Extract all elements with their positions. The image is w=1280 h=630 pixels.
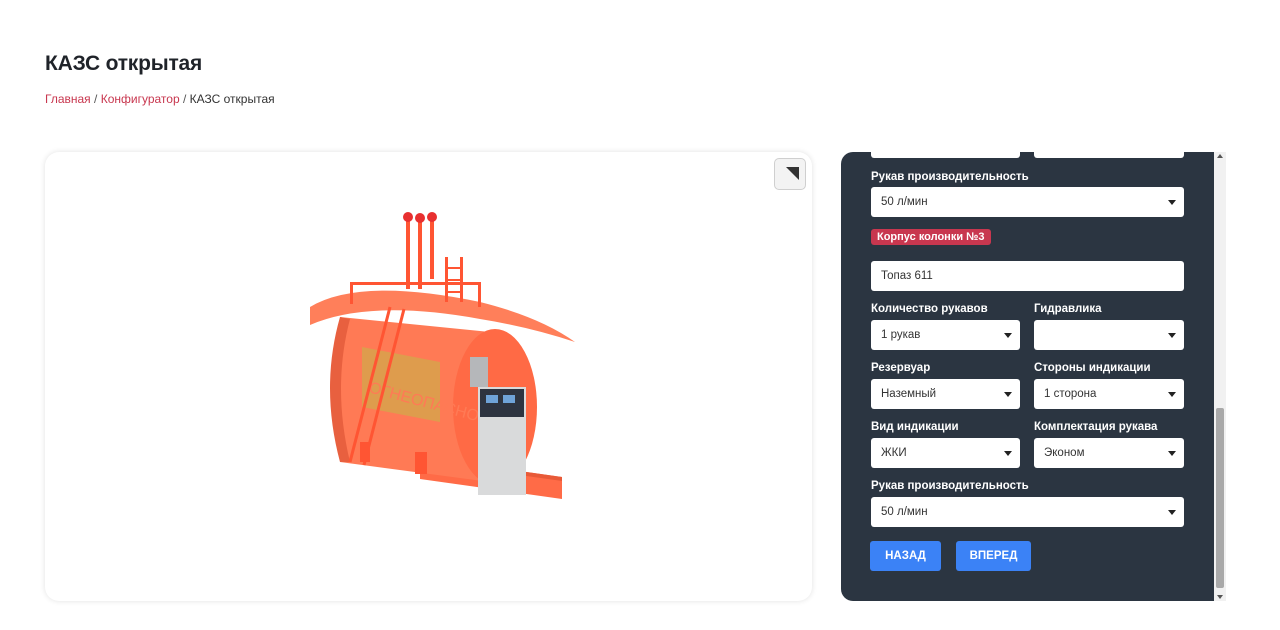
column-model-value: Топаз 611 — [881, 270, 933, 282]
top-hose-capacity-label: Рукав производительность — [871, 171, 1029, 183]
caret-down-icon — [1168, 333, 1176, 338]
indication-type-value: ЖКИ — [881, 447, 907, 459]
hose-kit-select[interactable]: Эконом — [1034, 438, 1184, 468]
top-hose-capacity-select[interactable]: 50 л/мин — [871, 187, 1184, 217]
fullscreen-button[interactable] — [774, 158, 806, 190]
hydraulics-select[interactable] — [1034, 320, 1184, 350]
next-button[interactable]: ВПЕРЕД — [956, 541, 1031, 571]
caret-down-icon — [1004, 451, 1012, 456]
bottom-hose-capacity-label: Рукав производительность — [871, 480, 1029, 492]
hose-kit-label: Комплектация рукава — [1034, 421, 1158, 433]
section-badge: Корпус колонки №3 — [871, 229, 991, 245]
breadcrumb-configurator-link[interactable]: Конфигуратор — [101, 92, 180, 106]
indication-sides-label: Стороны индикации — [1034, 362, 1151, 374]
model-viewer[interactable]: ОГНЕОПАСНО — [45, 152, 812, 601]
configurator-panel: Рукав производительность 50 л/мин Корпус… — [841, 152, 1214, 601]
breadcrumb-home-link[interactable]: Главная — [45, 92, 91, 106]
hose-count-value: 1 рукав — [881, 329, 921, 341]
bottom-hose-capacity-select[interactable]: 50 л/мин — [871, 497, 1184, 527]
breadcrumb-separator: / — [182, 92, 187, 106]
caret-down-icon — [1168, 451, 1176, 456]
breadcrumb-current: КАЗС открытая — [189, 92, 275, 106]
breadcrumb-separator: / — [94, 92, 98, 106]
hydraulics-label: Гидравлика — [1034, 303, 1102, 315]
hose-kit-value: Эконом — [1044, 447, 1085, 459]
caret-down-icon — [1168, 510, 1176, 515]
scroll-up-icon[interactable] — [1217, 154, 1223, 158]
reservoir-select[interactable]: Наземный — [871, 379, 1020, 409]
indication-sides-value: 1 сторона — [1044, 388, 1097, 400]
page-title: КАЗС открытая — [45, 52, 203, 75]
previous-select-right[interactable] — [1034, 152, 1184, 158]
caret-down-icon — [1168, 392, 1176, 397]
reservoir-value: Наземный — [881, 388, 937, 400]
caret-down-icon — [1004, 392, 1012, 397]
breadcrumb: Главная / Конфигуратор / КАЗС открытая — [45, 92, 275, 106]
scrollbar-thumb[interactable] — [1216, 408, 1224, 588]
panel-scrollbar[interactable] — [1214, 152, 1226, 601]
expand-corner-icon — [786, 167, 799, 180]
indication-type-select[interactable]: ЖКИ — [871, 438, 1020, 468]
column-model-field[interactable]: Топаз 611 — [871, 261, 1184, 291]
fuel-station-model: ОГНЕОПАСНО — [310, 212, 575, 499]
scroll-down-icon[interactable] — [1217, 595, 1223, 599]
indication-sides-select[interactable]: 1 сторона — [1034, 379, 1184, 409]
back-button[interactable]: НАЗАД — [870, 541, 941, 571]
hose-count-label: Количество рукавов — [871, 303, 988, 315]
hose-count-select[interactable]: 1 рукав — [871, 320, 1020, 350]
caret-down-icon — [1004, 333, 1012, 338]
indication-type-label: Вид индикации — [871, 421, 959, 433]
top-hose-capacity-value: 50 л/мин — [881, 196, 928, 208]
previous-select-left[interactable] — [871, 152, 1020, 158]
bottom-hose-capacity-value: 50 л/мин — [881, 506, 928, 518]
caret-down-icon — [1168, 200, 1176, 205]
reservoir-label: Резервуар — [871, 362, 931, 374]
